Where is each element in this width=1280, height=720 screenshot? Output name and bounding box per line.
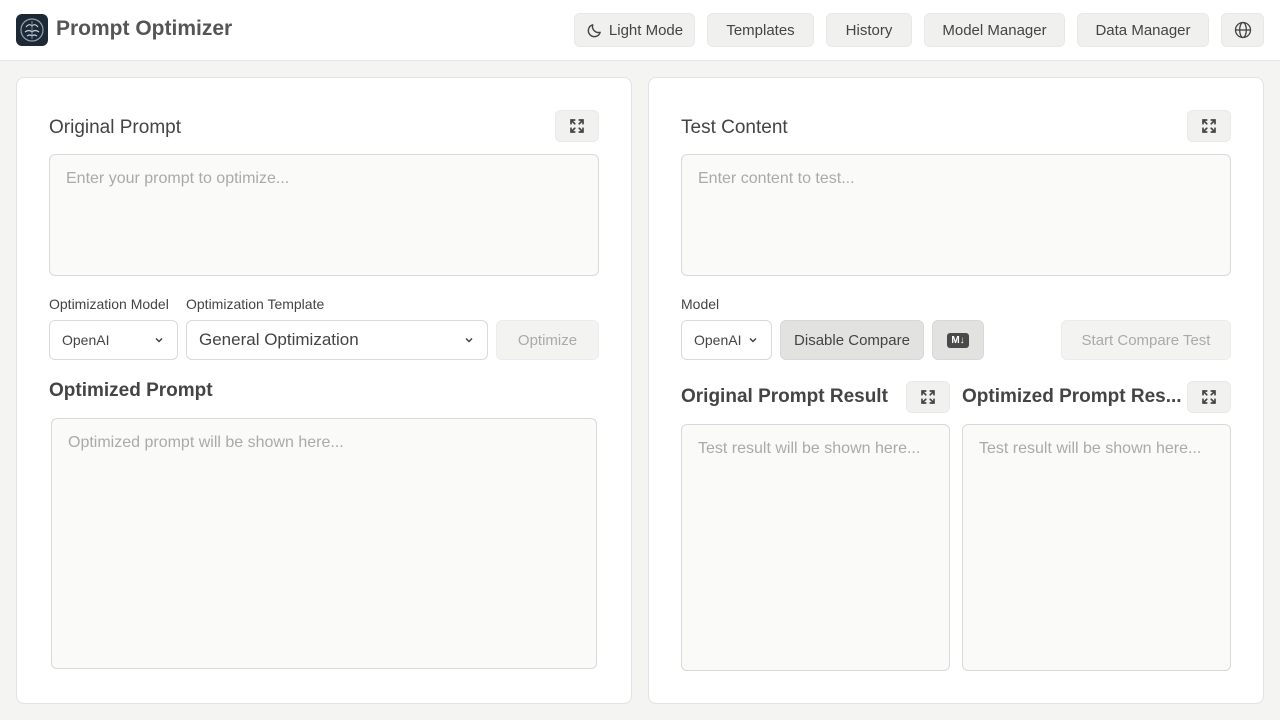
optimization-model-value: OpenAI — [62, 332, 110, 348]
disable-compare-button[interactable]: Disable Compare — [780, 320, 924, 360]
markdown-icon: M↓ — [947, 332, 969, 348]
expand-original-result-button[interactable] — [906, 381, 950, 413]
optimized-prompt-output[interactable] — [51, 418, 597, 669]
optimization-template-select[interactable]: General Optimization — [186, 320, 488, 360]
theme-toggle-label: Light Mode — [608, 21, 684, 39]
moon-icon — [586, 22, 603, 39]
data-manager-button[interactable]: Data Manager — [1077, 13, 1209, 47]
model-manager-button[interactable]: Model Manager — [924, 13, 1065, 47]
original-result-output[interactable]: Test result will be shown here... — [681, 424, 950, 671]
test-content-title: Test Content — [681, 117, 788, 138]
optimization-model-select[interactable]: OpenAI — [49, 320, 178, 360]
expand-icon — [568, 117, 586, 135]
expand-test-content-button[interactable] — [1187, 110, 1231, 142]
expand-optimized-result-button[interactable] — [1187, 381, 1231, 413]
original-prompt-input[interactable] — [49, 154, 599, 276]
original-prompt-title: Original Prompt — [49, 117, 181, 138]
optimization-template-label: Optimization Template — [186, 296, 325, 312]
test-model-label: Model — [681, 296, 720, 312]
expand-original-prompt-button[interactable] — [555, 110, 599, 142]
optimize-panel: Original Prompt Optimization Model OpenA… — [16, 77, 632, 704]
test-content-input[interactable] — [681, 154, 1231, 276]
optimization-model-label: Optimization Model — [49, 296, 169, 312]
optimized-result-title: Optimized Prompt Res... — [962, 386, 1182, 407]
theme-toggle-button[interactable]: Light Mode — [574, 13, 695, 47]
app-title: Prompt Optimizer — [56, 17, 233, 40]
test-panel: Test Content Model OpenAI Disable Compar… — [648, 77, 1264, 704]
chevron-down-icon — [747, 334, 759, 346]
templates-button[interactable]: Templates — [707, 13, 814, 47]
expand-icon — [1200, 388, 1218, 406]
optimized-result-output[interactable]: Test result will be shown here... — [962, 424, 1231, 671]
chevron-down-icon — [463, 334, 475, 346]
start-compare-test-button[interactable]: Start Compare Test — [1061, 320, 1231, 360]
test-model-select[interactable]: OpenAI — [681, 320, 772, 360]
optimize-button[interactable]: Optimize — [496, 320, 599, 360]
test-model-value: OpenAI — [694, 332, 742, 348]
expand-icon — [1200, 117, 1218, 135]
markdown-toggle-button[interactable]: M↓ — [932, 320, 984, 360]
language-button[interactable] — [1221, 13, 1264, 47]
brain-logo-icon — [16, 14, 48, 46]
expand-icon — [919, 388, 937, 406]
optimization-template-value: General Optimization — [199, 330, 359, 349]
original-result-title: Original Prompt Result — [681, 386, 888, 407]
top-header: Prompt Optimizer Light Mode Templates Hi… — [0, 0, 1280, 61]
chevron-down-icon — [153, 334, 165, 346]
optimized-prompt-title: Optimized Prompt — [49, 380, 213, 401]
globe-icon — [1233, 20, 1253, 40]
history-button[interactable]: History — [826, 13, 912, 47]
